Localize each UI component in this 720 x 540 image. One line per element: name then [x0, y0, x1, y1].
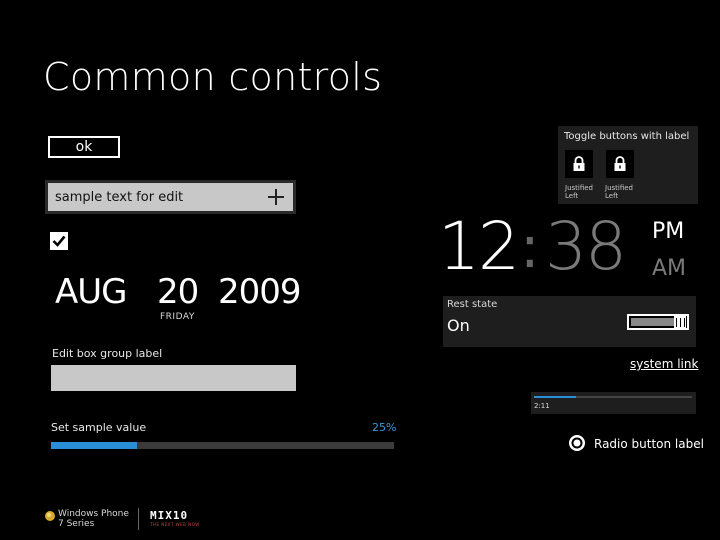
toggle-switch[interactable] [627, 314, 689, 330]
toggle-right-label-line2: Left [605, 191, 619, 200]
lock-toggle-right[interactable] [606, 150, 634, 178]
toggle-switch-fill [631, 318, 675, 326]
edit-box-text: sample text for edit [55, 190, 184, 205]
checkmark-icon [52, 235, 66, 247]
clock-pm[interactable]: PM [652, 219, 684, 244]
clock-hours[interactable]: 12 [438, 214, 520, 280]
sample-edit-box[interactable]: sample text for edit [45, 180, 296, 214]
ok-button[interactable]: ok [48, 136, 120, 158]
rest-state-value: On [447, 316, 470, 335]
windows-phone-logo-text: Windows Phone 7 Series [58, 509, 129, 530]
slider-label: Set sample value [51, 421, 147, 434]
checkbox[interactable] [50, 232, 68, 250]
date-day[interactable]: 20 [157, 275, 199, 309]
lock-toggle-left[interactable] [565, 150, 593, 178]
toggle-left-label-line2: Left [565, 191, 579, 200]
clock-am[interactable]: AM [652, 256, 686, 281]
page-title: Common controls [43, 55, 383, 99]
slider-fill [51, 442, 137, 449]
plus-icon[interactable] [267, 188, 285, 206]
rest-state-panel: Rest state On [443, 296, 696, 347]
windows-logo-icon [45, 511, 55, 521]
toggle-switch-thumb[interactable] [674, 316, 686, 328]
wp-line2: 7 Series [58, 518, 95, 529]
system-link[interactable]: system link [630, 357, 698, 371]
media-progress-track [576, 396, 692, 398]
rest-state-label: Rest state [447, 299, 498, 310]
unlock-icon [614, 156, 626, 171]
toggle-panel-title: Toggle buttons with label [564, 131, 690, 142]
date-year[interactable]: 2009 [218, 275, 302, 309]
mix-logo: MIX10 [150, 509, 189, 522]
date-weekday: FRIDAY [160, 312, 195, 322]
clock-minutes[interactable]: 38 [545, 214, 627, 280]
clock-colon: : [520, 213, 540, 281]
toggle-left-label: Justified Left [565, 184, 593, 200]
lock-icon [573, 156, 585, 171]
footer-divider [138, 508, 139, 530]
slider-value: 25% [372, 421, 397, 434]
media-time: 2:11 [534, 402, 550, 410]
date-month[interactable]: AUG [55, 275, 127, 309]
media-progress-fill [534, 396, 576, 398]
edit-box-group-label: Edit box group label [52, 347, 163, 360]
slider-track[interactable] [51, 442, 394, 449]
toggle-right-label: Justified Left [605, 184, 633, 200]
radio-button-label[interactable]: Radio button label [594, 437, 704, 451]
group-edit-box[interactable] [51, 365, 296, 391]
media-progress-bar[interactable]: 2:11 [531, 392, 696, 414]
mix-tagline: THE NEXT WEB NOW [150, 522, 200, 527]
toggle-buttons-panel: Toggle buttons with label Justified Left… [558, 126, 698, 204]
radio-button[interactable] [568, 434, 586, 452]
